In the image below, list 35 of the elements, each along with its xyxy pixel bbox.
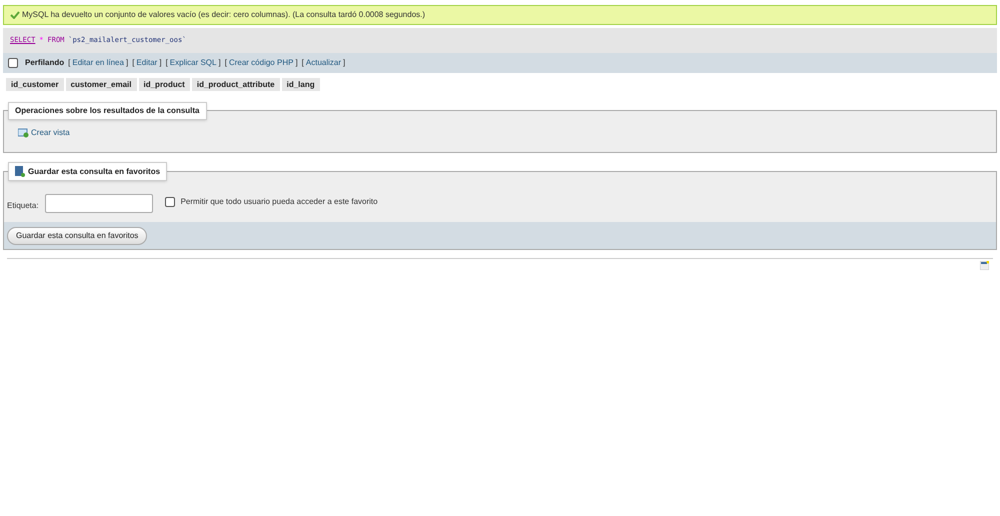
bracket: [ — [166, 57, 168, 69]
success-message: MySQL ha devuelto un conjunto de valores vacío (es decir: cero columnas). (La consulta tardó 0.0008 segundos.) — [22, 9, 426, 21]
toolbar-link[interactable]: Editar — [136, 57, 158, 69]
note-icon[interactable] — [980, 261, 989, 270]
table-plus-icon — [18, 128, 29, 138]
column-header[interactable]: id_customer — [6, 78, 64, 91]
checkbox[interactable] — [8, 58, 18, 68]
bracket: ] — [295, 57, 298, 69]
bookmark-icon — [15, 166, 25, 177]
input-field[interactable] — [44, 194, 153, 213]
column-header[interactable]: id_product — [138, 78, 190, 91]
checkbox[interactable] — [164, 197, 175, 207]
bracket: [ — [68, 57, 70, 69]
legend-text: Guardar esta consulta en favoritos — [28, 166, 160, 178]
bracket: [ — [302, 57, 304, 69]
save-bookmark-button[interactable]: Guardar esta consulta en favoritos — [7, 226, 148, 244]
check-icon — [10, 11, 20, 19]
checkbox-label: Permitir que todo usuario pueda acceder a este favorito — [180, 196, 378, 208]
create-view-link[interactable]: Crear vista — [18, 127, 70, 139]
bracket: [ — [132, 57, 134, 69]
column-header[interactable]: customer_email — [66, 78, 136, 91]
column-header[interactable]: id_product_attribute — [192, 78, 280, 91]
profiling-label: Perfilando — [25, 57, 64, 69]
bracket: ] — [218, 57, 221, 69]
toolbar-link[interactable]: Crear código PHP — [228, 57, 294, 69]
bracket: ] — [126, 57, 128, 69]
bracket: ] — [159, 57, 162, 69]
toolbar-link[interactable]: Actualizar — [306, 57, 342, 69]
bracket: [ — [224, 57, 227, 69]
label-text: Etiqueta: — [7, 200, 39, 212]
fieldset-legend: Operaciones sobre los resultados de la consulta — [8, 102, 207, 120]
bracket: ] — [343, 57, 346, 69]
column-header[interactable]: id_lang — [282, 78, 320, 91]
toolbar-link[interactable]: Editar en línea — [72, 57, 124, 69]
toolbar-link[interactable]: Explicar SQL — [170, 57, 216, 69]
